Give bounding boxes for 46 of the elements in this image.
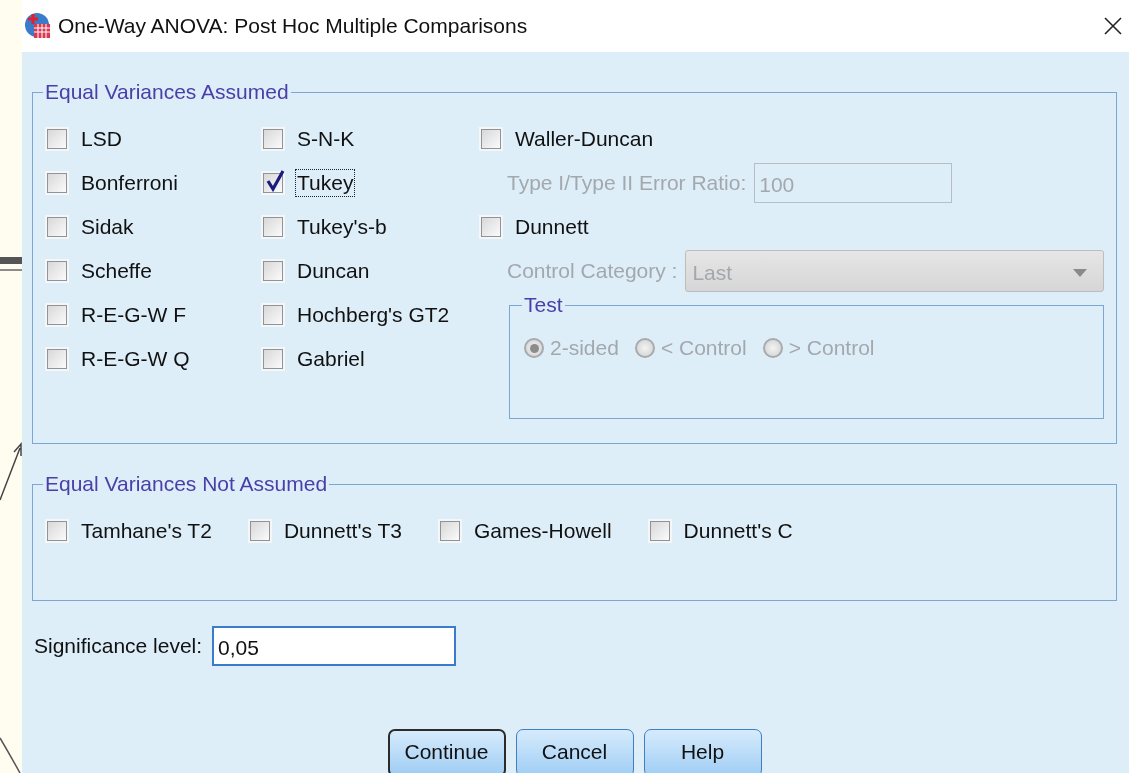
checkbox-label[interactable]: R-E-G-W Q: [79, 345, 192, 373]
field-label: Significance level:: [34, 634, 203, 658]
checkbox-label[interactable]: Tamhane's T2: [79, 517, 214, 545]
close-icon[interactable]: [1103, 16, 1123, 36]
checkbox[interactable]: [47, 349, 67, 369]
checkbox[interactable]: [47, 305, 67, 325]
checkbox-label[interactable]: Bonferroni: [79, 169, 180, 197]
input-field[interactable]: 0,05: [212, 626, 457, 666]
checkbox-label[interactable]: R-E-G-W F: [79, 301, 188, 329]
checkbox[interactable]: [263, 129, 283, 149]
checkbox-label[interactable]: Gabriel: [295, 345, 367, 373]
dialog-button[interactable]: Cancel: [515, 729, 634, 773]
dialog-button[interactable]: Continue: [387, 729, 506, 773]
checkbox-label[interactable]: Games-Howell: [471, 517, 614, 545]
window-title: One-Way ANOVA: Post Hoc Multiple Comparisons: [58, 14, 528, 38]
checkbox-label[interactable]: Sidak: [79, 213, 136, 241]
checkbox[interactable]: [47, 173, 67, 193]
checkbox[interactable]: [481, 217, 501, 237]
checkbox-label[interactable]: S-N-K: [295, 125, 357, 153]
checkbox[interactable]: [263, 261, 283, 281]
checkbox[interactable]: [47, 129, 67, 149]
checkbox[interactable]: [47, 521, 67, 541]
caret-icon[interactable]: [1073, 269, 1087, 277]
checkbox[interactable]: [47, 217, 67, 237]
checkbox-label[interactable]: Hochberg's GT2: [295, 301, 452, 329]
dialog-button[interactable]: Help: [643, 729, 762, 773]
checkbox-label[interactable]: Tukey's-b: [295, 213, 389, 241]
checkbox[interactable]: [481, 129, 501, 149]
checkbox-label[interactable]: Scheffe: [79, 257, 154, 285]
checkbox-label[interactable]: Dunnett: [513, 213, 591, 241]
checkbox[interactable]: [263, 349, 283, 369]
checkbox[interactable]: [263, 305, 283, 325]
checkbox[interactable]: [263, 217, 283, 237]
checkbox[interactable]: [249, 521, 270, 541]
checkbox-label[interactable]: Dunnett's C: [681, 517, 795, 545]
checkbox-label[interactable]: Dunnett's T3: [281, 517, 404, 545]
checkbox[interactable]: [649, 521, 670, 541]
checkbox-label[interactable]: Tukey: [295, 169, 356, 197]
field-label: Control Category :: [507, 259, 678, 283]
checkbox[interactable]: [439, 521, 460, 541]
checkbox[interactable]: [47, 261, 67, 281]
checkbox[interactable]: [263, 173, 283, 193]
checkbox-label[interactable]: Waller-Duncan: [513, 125, 656, 153]
field-label: Type I/Type II Error Ratio:: [507, 171, 747, 195]
checkbox-label[interactable]: LSD: [79, 125, 124, 153]
checkbox-label[interactable]: Duncan: [295, 257, 372, 285]
